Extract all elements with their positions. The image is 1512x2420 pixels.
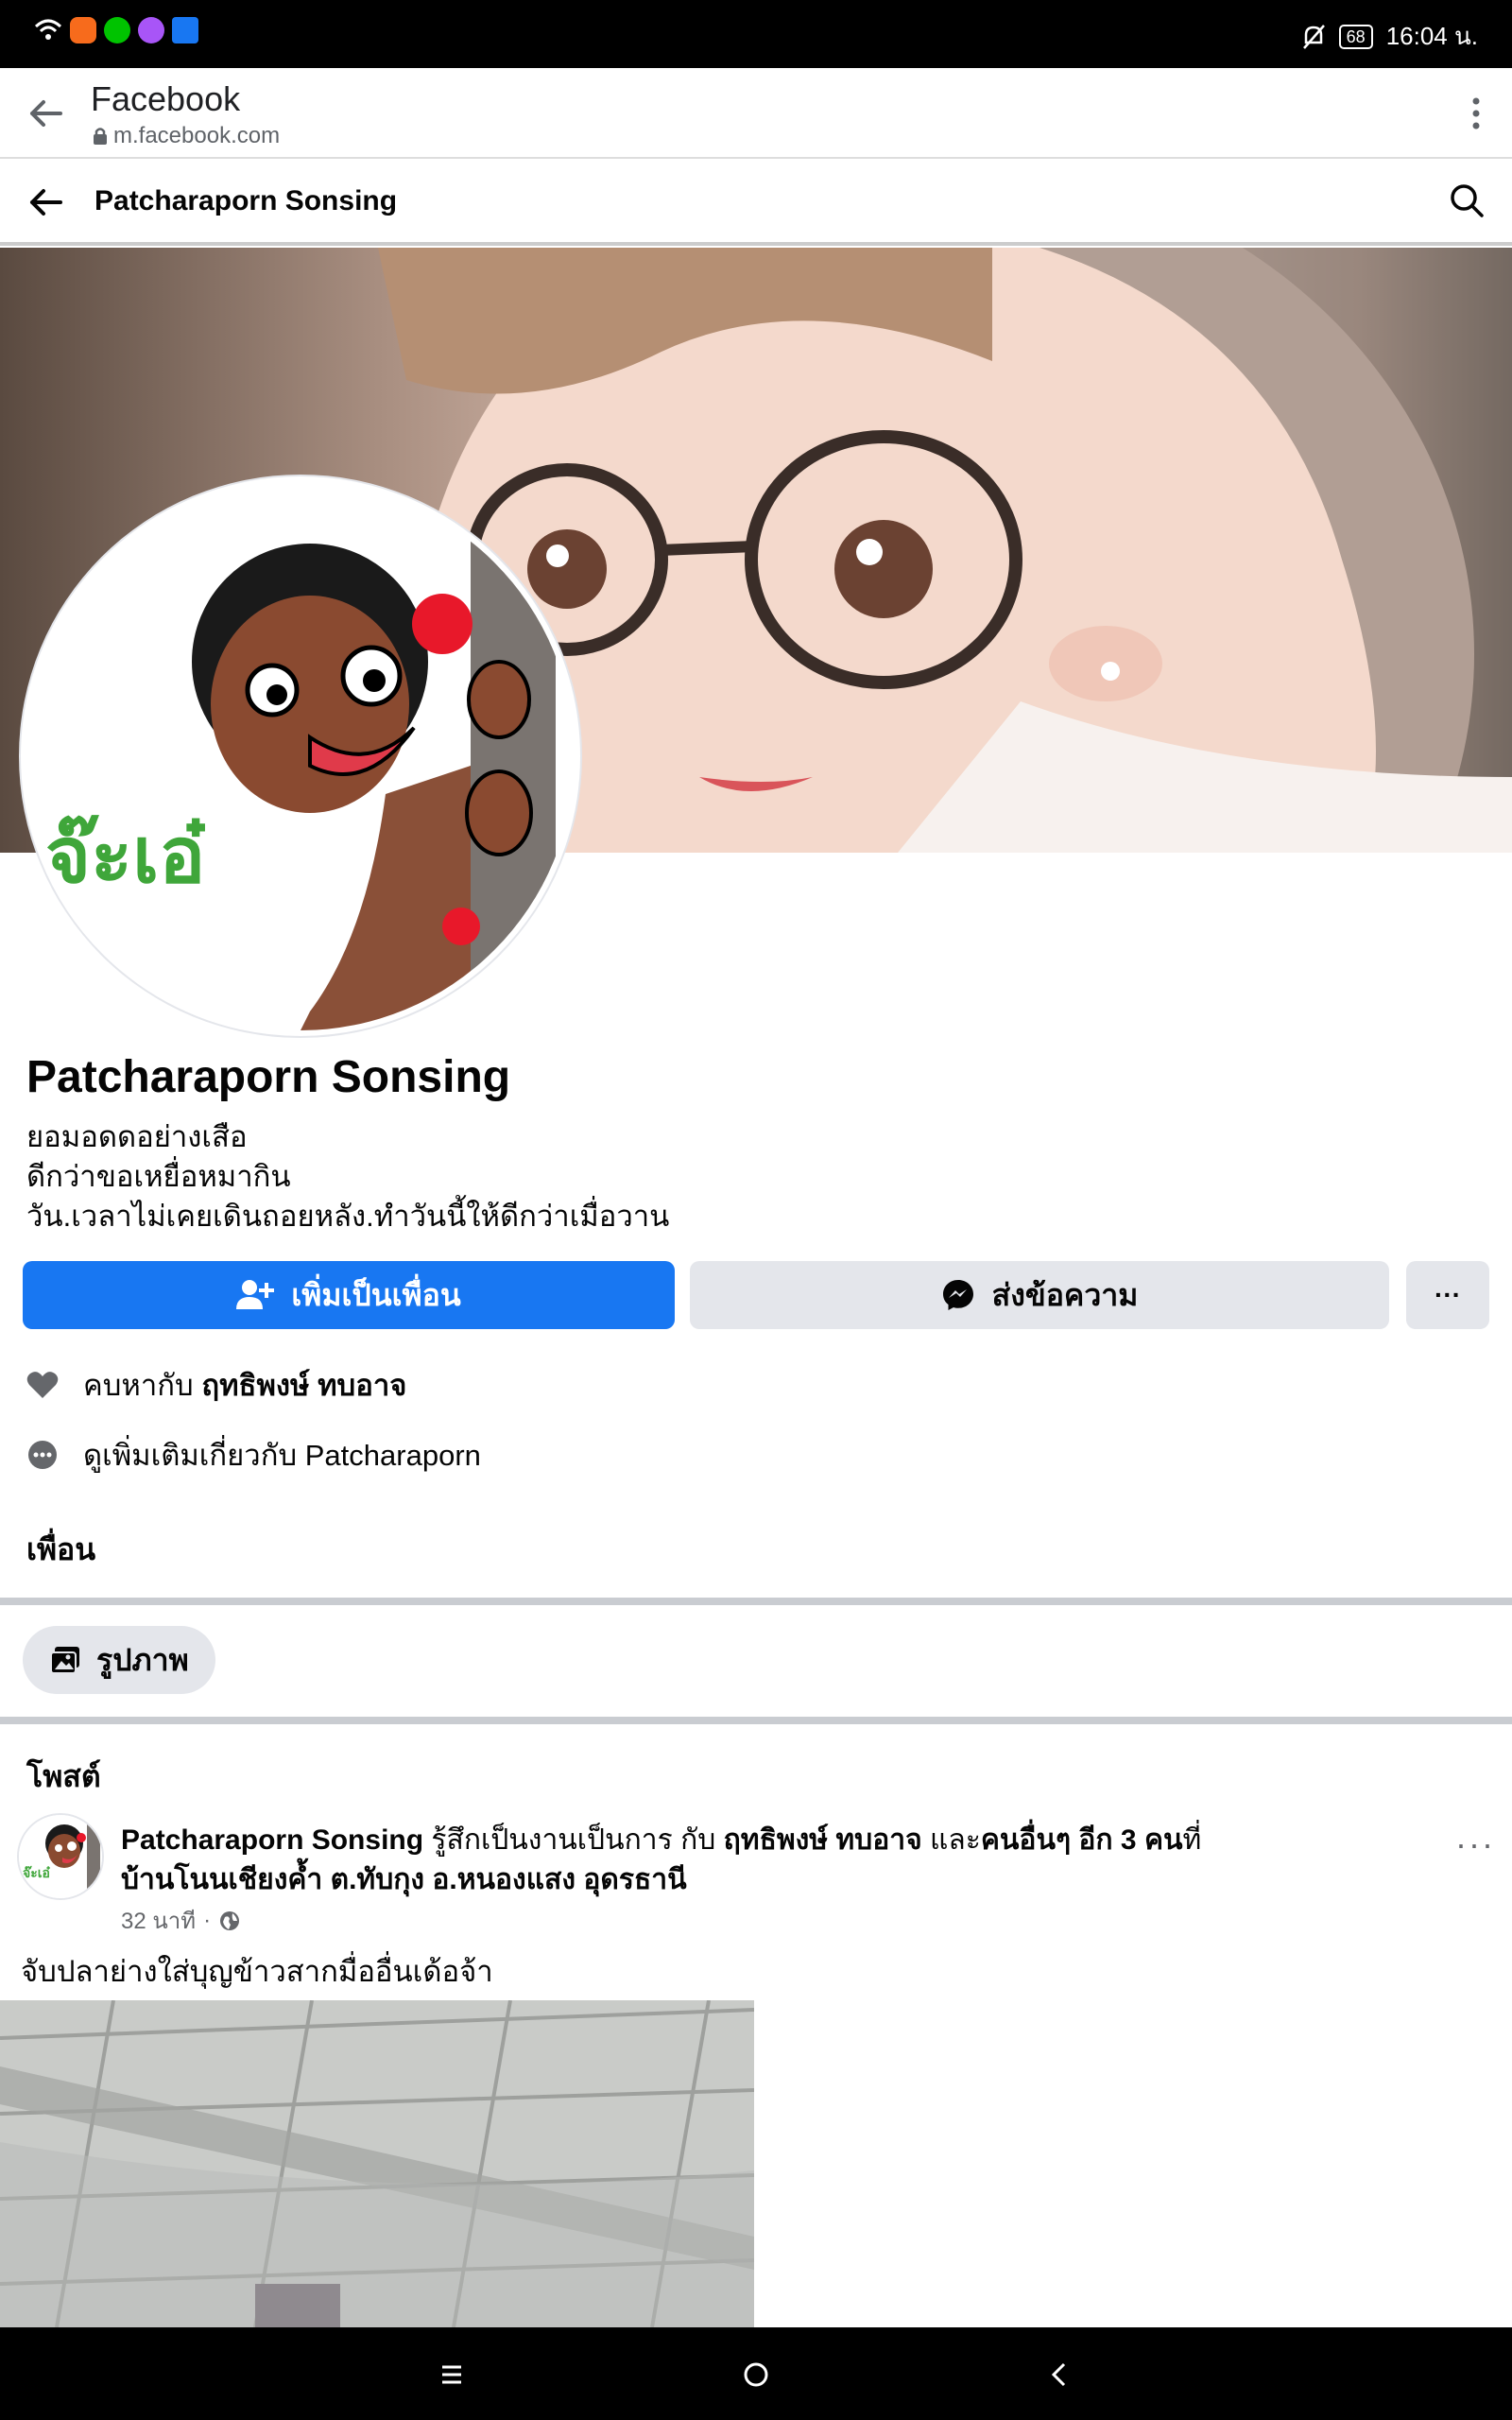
post-text: จับปลาย่างใส่บุญข้าวสากมื่ออื่นเด้อจ้า bbox=[21, 1955, 493, 1988]
profile-name: Patcharaporn Sonsing bbox=[26, 1052, 511, 1102]
post-feeling: รู้สึกเป็นงานเป็นการ กับ bbox=[431, 1824, 716, 1856]
status-notifications bbox=[34, 17, 198, 43]
browser-toolbar: Facebook m.facebook.com bbox=[0, 68, 1512, 159]
add-friend-label: เพิ่มเป็นเพื่อน bbox=[291, 1277, 461, 1312]
section-divider bbox=[0, 1717, 1512, 1724]
messenger-icon bbox=[942, 1280, 973, 1310]
profile-header-bar: Patcharaporn Sonsing bbox=[0, 161, 1512, 246]
more-info-icon bbox=[28, 1441, 57, 1469]
see-more-about-text: ดูเพิ่มเติมเกี่ยวกับ Patcharaporn bbox=[83, 1439, 481, 1472]
post-header: Patcharaporn Sonsing รู้สึกเป็นงานเป็นกา… bbox=[121, 1821, 1236, 1900]
notification-app-icon bbox=[70, 17, 96, 43]
post-meta: 32 นาที · bbox=[121, 1902, 241, 1939]
browser-url[interactable]: m.facebook.com bbox=[93, 123, 280, 149]
post-others-link[interactable]: คนอื่นๆ อีก 3 คน bbox=[981, 1824, 1183, 1856]
recent-apps-icon[interactable] bbox=[433, 2356, 471, 2394]
line-app-icon bbox=[104, 17, 130, 43]
status-bar: 68 16:04 น. bbox=[0, 0, 1512, 68]
bio-line: วัน.เวลาไม่เคยเดินถอยหลัง.ทำวันนี้ให้ดีก… bbox=[26, 1200, 670, 1233]
add-friend-button[interactable]: เพิ่มเป็นเพื่อน bbox=[23, 1261, 675, 1329]
more-options-icon: ··· bbox=[1435, 1280, 1461, 1309]
browser-back-icon[interactable] bbox=[25, 93, 66, 134]
profile-picture[interactable]: จ๊ะเอ๋ bbox=[21, 476, 580, 1036]
browser-menu-icon[interactable] bbox=[1469, 95, 1484, 132]
post-and: และ bbox=[930, 1824, 981, 1856]
post-author-link[interactable]: Patcharaporn Sonsing bbox=[121, 1824, 423, 1856]
post-location-link[interactable]: บ้านโนนเชียงค้ำ ต.ทับกุง อ.หนองแสง อุดรธ… bbox=[121, 1864, 687, 1895]
globe-icon bbox=[220, 1910, 240, 1930]
see-more-about-row[interactable]: ดูเพิ่มเติมเกี่ยวกับ Patcharaporn bbox=[26, 1431, 481, 1478]
url-text: m.facebook.com bbox=[113, 123, 281, 148]
post-author-avatar[interactable]: จ๊ะเอ๋ bbox=[17, 1813, 104, 1900]
profile-sticker-illustration bbox=[26, 482, 575, 1030]
bio-line: ยอมอดดอย่างเสือ bbox=[26, 1120, 248, 1153]
wifi-icon bbox=[34, 19, 62, 40]
post-time[interactable]: 32 นาที bbox=[121, 1902, 196, 1939]
search-icon[interactable] bbox=[1446, 180, 1487, 221]
partner-name-link[interactable]: ฤทธิพงษ์ ทบอาจ bbox=[201, 1369, 406, 1402]
friends-section-title[interactable]: เพื่อน bbox=[26, 1526, 95, 1574]
system-navigation-bar bbox=[0, 2327, 1512, 2420]
post-photo-illustration bbox=[0, 2000, 754, 2327]
photos-icon bbox=[50, 1647, 79, 1674]
post-photo[interactable] bbox=[0, 2000, 754, 2327]
more-actions-button[interactable]: ··· bbox=[1406, 1261, 1489, 1329]
post-at: ที่ bbox=[1182, 1824, 1202, 1856]
profile-bio: ยอมอดดอย่างเสือ ดีกว่าขอเหยื่อหมากิน วัน… bbox=[26, 1117, 669, 1236]
lock-icon bbox=[94, 128, 107, 145]
post-more-options[interactable]: ··· bbox=[1455, 1824, 1495, 1864]
posts-section-title: โพสต์ bbox=[26, 1759, 101, 1793]
clock: 16:04 น. bbox=[1385, 22, 1478, 50]
back-nav-icon[interactable] bbox=[1041, 2356, 1079, 2394]
post-tagged-link[interactable]: ฤทธิพงษ์ ทบอาจ bbox=[724, 1824, 922, 1856]
sticker-text: จ๊ะเอ๋ bbox=[45, 811, 206, 901]
bell-muted-icon bbox=[1302, 24, 1325, 49]
heart-icon bbox=[26, 1372, 59, 1398]
message-label: ส่งข้อความ bbox=[991, 1277, 1139, 1312]
relationship-row: คบหากับ ฤทธิพงษ์ ทบอาจ bbox=[26, 1361, 406, 1409]
home-icon[interactable] bbox=[737, 2356, 775, 2394]
photos-label: รูปภาพ bbox=[96, 1642, 189, 1677]
messenger-app-icon bbox=[138, 17, 164, 43]
bio-line: ดีกว่าขอเหยื่อหมากิน bbox=[26, 1160, 291, 1193]
post-avatar-sticker-text: จ๊ะเอ๋ bbox=[23, 1865, 50, 1881]
add-friend-icon bbox=[236, 1280, 275, 1309]
message-button[interactable]: ส่งข้อความ bbox=[690, 1261, 1389, 1329]
browser-page-title: Facebook bbox=[91, 79, 241, 118]
header-profile-name: Patcharaporn Sonsing bbox=[94, 185, 398, 216]
back-arrow-icon[interactable] bbox=[25, 182, 66, 223]
post-avatar-sticker: จ๊ะเอ๋ bbox=[19, 1815, 102, 1898]
relationship-text: คบหากับ ฤทธิพงษ์ ทบอาจ bbox=[83, 1369, 407, 1402]
photos-button[interactable]: รูปภาพ bbox=[23, 1626, 215, 1694]
facebook-app-icon bbox=[172, 17, 198, 43]
post-meta-dot: · bbox=[203, 1907, 212, 1933]
battery-indicator: 68 bbox=[1338, 24, 1373, 49]
section-divider bbox=[0, 1598, 1512, 1605]
status-right: 68 16:04 น. bbox=[1301, 17, 1478, 56]
